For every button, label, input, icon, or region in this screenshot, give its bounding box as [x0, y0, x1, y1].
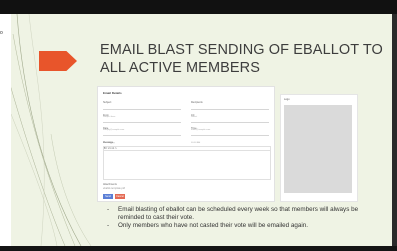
bullet-marker: -: [107, 206, 110, 213]
message-label: Message: [103, 141, 114, 144]
message-textarea[interactable]: [103, 150, 271, 180]
right-letterbox-bar: [392, 14, 397, 246]
attachment-file[interactable]: eballot-template.pdf: [103, 187, 125, 190]
slide-title: EMAIL BLAST SENDING OF EBALLOT TO ALL AC…: [100, 42, 383, 76]
from-input[interactable]: noreply@sample.com: [103, 117, 181, 131]
subject-input[interactable]: Subject here: [103, 104, 181, 118]
bottom-letterbox-bar: [0, 246, 397, 251]
recipients-select[interactable]: Select: [191, 104, 269, 118]
slide: EMAIL BLAST SENDING OF EBALLOT TO ALL AC…: [11, 14, 392, 246]
preview-image-placeholder: [284, 105, 352, 193]
email-form-card: Email Details Subject Subject here Recip…: [97, 86, 275, 202]
date-input[interactable]: mm/dd/yyyy: [103, 130, 181, 144]
cc-input[interactable]: email@sample.com: [191, 117, 269, 131]
attachment-label: Attachments: [103, 183, 117, 186]
form-header: Email Details: [103, 91, 122, 95]
cancel-button[interactable]: Cancel: [115, 194, 125, 199]
bullet-list: - Email blasting of eballot can be schedu…: [107, 206, 367, 230]
send-button[interactable]: Send: [103, 194, 113, 199]
top-letterbox-bar: [0, 0, 397, 14]
bullet-marker: -: [107, 222, 110, 229]
left-margin: o: [0, 14, 11, 246]
bullet-item: - Email blasting of eballot can be schedu…: [107, 206, 359, 221]
preview-header: Logo: [284, 98, 290, 101]
bullet-item: - Only members who have not casted their …: [107, 222, 309, 229]
time-input[interactable]: 00:00 AM: [191, 130, 269, 144]
preview-panel: Logo: [280, 94, 358, 202]
corner-mark: o: [0, 30, 3, 36]
